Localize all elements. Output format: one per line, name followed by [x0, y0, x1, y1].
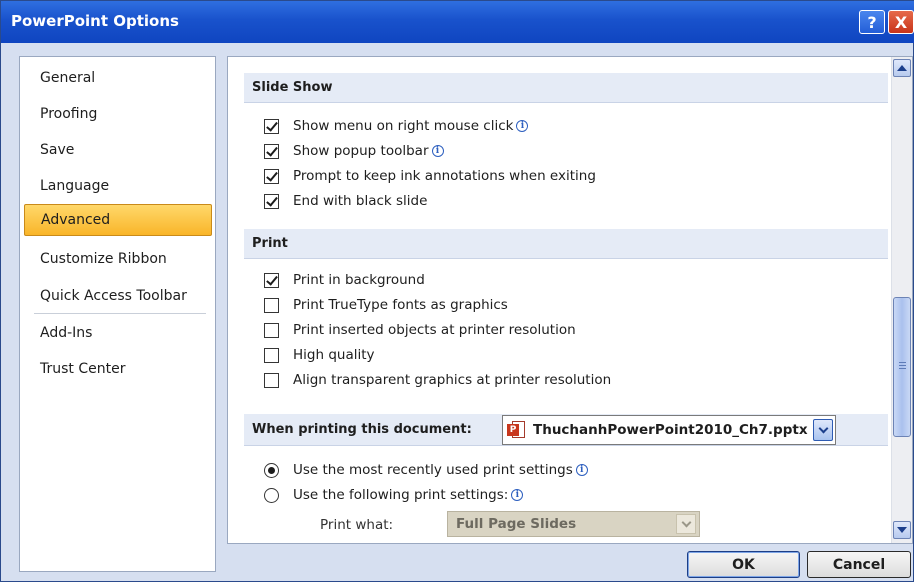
option-show-menu-right-click[interactable]: Show menu on right mouse click i — [264, 116, 529, 136]
nav-item-advanced[interactable]: Advanced — [24, 204, 212, 236]
arrow-down-icon — [897, 527, 907, 533]
advanced-options-panel: Slide Show Show menu on right mouse clic… — [227, 56, 913, 544]
scroll-up-button[interactable] — [893, 59, 911, 77]
document-select[interactable]: P ThuchanhPowerPoint2010_Ch7.pptx — [502, 415, 836, 445]
option-label: End with black slide — [293, 193, 428, 209]
close-button[interactable]: X — [888, 10, 914, 34]
option-print-inserted-objects[interactable]: Print inserted objects at printer resolu… — [264, 320, 576, 340]
scroll-down-button[interactable] — [893, 521, 911, 539]
option-use-following-print-settings[interactable]: Use the following print settings: i — [264, 485, 524, 505]
section-header-slide-show: Slide Show — [244, 73, 888, 103]
cancel-button[interactable]: Cancel — [807, 551, 911, 578]
help-button[interactable]: ? — [859, 10, 885, 34]
chevron-down-icon[interactable] — [813, 419, 833, 441]
checkbox-high-quality[interactable] — [264, 347, 279, 363]
option-label: Align transparent graphics at printer re… — [293, 372, 612, 388]
print-what-value: Full Page Slides — [456, 516, 577, 532]
option-label: Use the following print settings: — [293, 487, 509, 503]
options-nav: General Proofing Save Language Advanced … — [19, 56, 216, 572]
option-label: Print in background — [293, 272, 425, 288]
close-icon: X — [894, 12, 908, 32]
checkbox-show-menu-right-click[interactable] — [264, 118, 279, 134]
option-show-popup-toolbar[interactable]: Show popup toolbar i — [264, 141, 444, 161]
info-icon: i — [511, 489, 524, 501]
option-label: Print inserted objects at printer resolu… — [293, 322, 576, 338]
ok-button[interactable]: OK — [687, 551, 800, 578]
option-label: Show menu on right mouse click — [293, 118, 514, 134]
nav-item-trust-center[interactable]: Trust Center — [24, 354, 212, 384]
nav-item-customize-ribbon[interactable]: Customize Ribbon — [24, 244, 212, 274]
checkbox-print-in-background[interactable] — [264, 272, 279, 288]
nav-item-add-ins[interactable]: Add-Ins — [24, 318, 212, 348]
document-name: ThuchanhPowerPoint2010_Ch7.pptx — [533, 422, 808, 438]
option-print-in-background[interactable]: Print in background — [264, 270, 425, 290]
radio-use-recent-print-settings[interactable] — [264, 462, 279, 478]
checkbox-show-popup-toolbar[interactable] — [264, 143, 279, 159]
nav-item-proofing[interactable]: Proofing — [24, 99, 212, 129]
dialog-title: PowerPoint Options — [11, 12, 179, 30]
checkbox-print-inserted-objects[interactable] — [264, 322, 279, 338]
title-bar: PowerPoint Options ? X — [1, 1, 914, 43]
nav-item-save[interactable]: Save — [24, 135, 212, 165]
chevron-down-icon — [676, 514, 696, 534]
nav-item-quick-access-toolbar[interactable]: Quick Access Toolbar — [24, 281, 212, 311]
scrollbar-thumb[interactable] — [893, 297, 911, 437]
print-what-select: Full Page Slides — [447, 511, 700, 537]
arrow-up-icon — [897, 65, 907, 71]
option-prompt-keep-ink[interactable]: Prompt to keep ink annotations when exit… — [264, 166, 596, 186]
option-label: High quality — [293, 347, 375, 363]
checkbox-end-with-black-slide[interactable] — [264, 193, 279, 209]
option-label: Use the most recently used print setting… — [293, 462, 573, 478]
checkbox-print-truetype[interactable] — [264, 297, 279, 313]
info-icon: i — [516, 120, 529, 132]
option-label: Prompt to keep ink annotations when exit… — [293, 168, 596, 184]
grip-icon — [899, 362, 906, 369]
nav-item-general[interactable]: General — [24, 63, 212, 93]
option-use-recent-print-settings[interactable]: Use the most recently used print setting… — [264, 460, 588, 480]
info-icon: i — [431, 145, 444, 157]
print-what-label: Print what: — [320, 517, 394, 533]
info-icon: i — [575, 464, 588, 476]
checkbox-prompt-keep-ink[interactable] — [264, 168, 279, 184]
section-header-print: Print — [244, 229, 888, 259]
option-label: Show popup toolbar — [293, 143, 429, 159]
checkbox-align-transparent[interactable] — [264, 372, 279, 388]
vertical-scrollbar[interactable] — [891, 57, 912, 543]
radio-use-following-print-settings[interactable] — [264, 487, 279, 503]
powerpoint-options-dialog: PowerPoint Options ? X General Proofing … — [0, 0, 914, 582]
option-label: Print TrueType fonts as graphics — [293, 297, 508, 313]
option-align-transparent[interactable]: Align transparent graphics at printer re… — [264, 370, 611, 390]
option-high-quality[interactable]: High quality — [264, 345, 375, 365]
option-print-truetype[interactable]: Print TrueType fonts as graphics — [264, 295, 508, 315]
nav-item-language[interactable]: Language — [24, 171, 212, 201]
nav-divider — [34, 313, 206, 314]
option-end-with-black-slide[interactable]: End with black slide — [264, 191, 427, 211]
help-icon: ? — [867, 12, 877, 32]
powerpoint-file-icon: P — [507, 420, 527, 440]
